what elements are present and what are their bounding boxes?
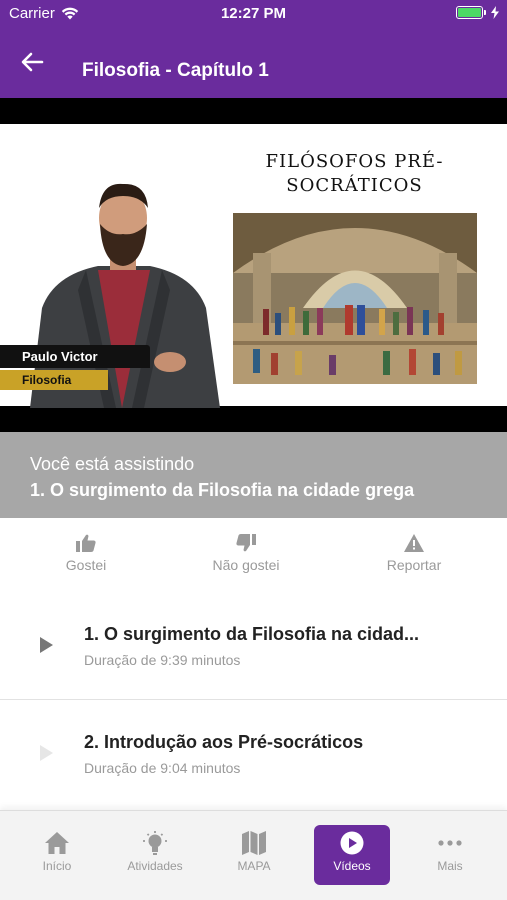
tab-label: MAPA (237, 859, 271, 873)
school-of-athens-painting (233, 213, 477, 384)
report-label: Reportar (386, 557, 442, 573)
battery-icon (456, 6, 486, 19)
now-playing-banner: Você está assistindo 1. O surgimento da … (0, 432, 507, 518)
app-header: Filosofia - Capítulo 1 (0, 26, 507, 98)
now-playing-title: 1. O surgimento da Filosofia na cidade g… (30, 480, 415, 500)
episode-list[interactable]: 1. O surgimento da Filosofia na cidad...… (0, 592, 507, 810)
play-icon (40, 637, 53, 653)
dislike-button[interactable]: Não gostei (186, 530, 306, 573)
tab-label: Vídeos (333, 859, 371, 873)
video-actions: Gostei Não gostei Reportar (0, 530, 507, 580)
like-label: Gostei (65, 557, 107, 573)
play-circle-icon (340, 831, 364, 855)
thumbs-down-icon (236, 534, 256, 552)
map-icon (242, 831, 266, 855)
slide-title: FILÓSOFOS PRÉ-SOCRÁTICOS (265, 151, 444, 196)
lightbulb-icon (143, 831, 167, 855)
episode-title: 1. O surgimento da Filosofia na cidad... (84, 624, 420, 644)
now-playing-label: Você está assistindo (30, 454, 195, 474)
presenter-name: Paulo Victor (0, 345, 150, 368)
like-button[interactable]: Gostei (26, 530, 146, 573)
episode-duration: Duração de 9:04 minutos (84, 760, 241, 776)
episode-item[interactable]: 1. O surgimento da Filosofia na cidad...… (0, 592, 507, 700)
tab-videos[interactable]: Vídeos (314, 825, 390, 885)
dislike-label: Não gostei (212, 557, 280, 573)
page-title: Filosofia - Capítulo 1 (82, 60, 269, 81)
status-bar: Carrier 12:27 PM (0, 0, 507, 26)
tab-inicio[interactable]: Início (19, 825, 95, 885)
presenter-subject: Filosofia (0, 370, 108, 390)
more-dots-icon (438, 840, 462, 846)
tab-label: Mais (437, 859, 463, 873)
arrow-left-icon (21, 52, 44, 72)
presenter-lower-third: Paulo Victor Filosofia (0, 345, 150, 390)
warning-icon (404, 534, 424, 552)
tab-label: Início (42, 859, 72, 873)
charging-bolt-icon (491, 6, 499, 19)
play-icon (40, 745, 53, 761)
tab-bar: Início Atividades MAPA Vídeos Mais (0, 810, 507, 900)
back-button[interactable] (18, 48, 46, 76)
tab-atividades[interactable]: Atividades (117, 825, 193, 885)
report-button[interactable]: Reportar (354, 530, 474, 573)
tab-mapa[interactable]: MAPA (216, 825, 292, 885)
status-time: 12:27 PM (220, 5, 287, 22)
status-right (456, 6, 499, 19)
tab-mais[interactable]: Mais (412, 825, 488, 885)
episode-duration: Duração de 9:39 minutos (84, 652, 241, 668)
episode-item[interactable]: 2. Introdução aos Pré-socráticos Duração… (0, 700, 507, 808)
tab-label: Atividades (127, 859, 183, 873)
episode-title: 2. Introdução aos Pré-socráticos (84, 732, 364, 752)
thumbs-up-icon (76, 534, 96, 552)
home-icon (45, 832, 69, 854)
